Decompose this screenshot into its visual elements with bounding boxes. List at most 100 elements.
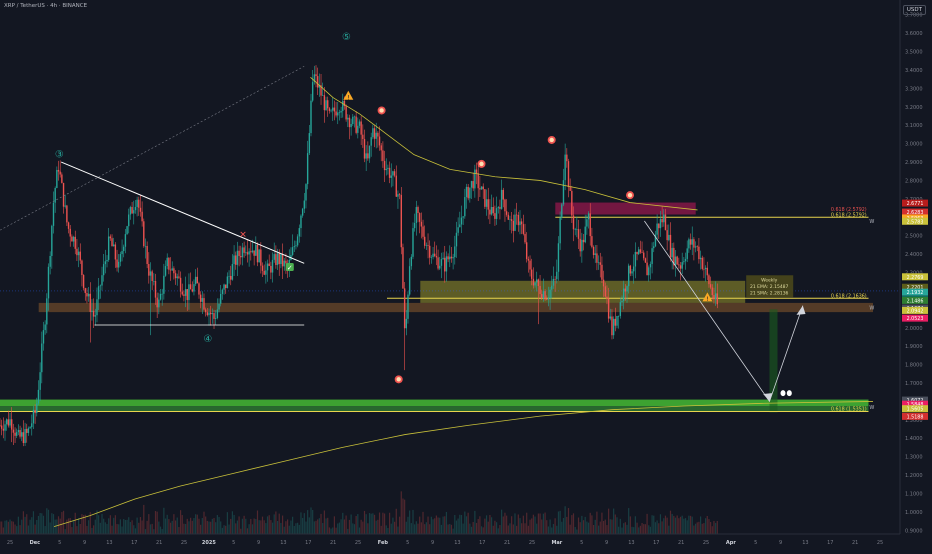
candle-body	[587, 213, 590, 220]
candle-body	[445, 256, 448, 272]
chart-canvas[interactable]: ✕ ✓!! ③ ④ ⑤ Weekly21 EMA: 2.1548721 SMA: 2.28…	[0, 0, 932, 550]
volume-bar	[188, 521, 190, 534]
candle-body	[69, 228, 71, 237]
candle-body	[659, 218, 662, 229]
volume-bar	[275, 511, 277, 534]
volume-bar	[387, 527, 389, 534]
candle-body	[577, 229, 580, 239]
candle-body	[116, 259, 118, 268]
volume-bar	[308, 517, 310, 534]
volume-bar	[402, 498, 404, 534]
volume-bar	[603, 520, 605, 534]
candle-body	[559, 217, 561, 244]
time-tick: 9	[605, 540, 608, 546]
candle-body	[643, 252, 645, 259]
candle-body	[556, 271, 558, 280]
candle-body	[250, 251, 252, 253]
volume-bar	[562, 518, 565, 534]
volume-bar	[440, 524, 443, 534]
candle-body	[485, 199, 488, 207]
volume-bar	[203, 511, 205, 534]
volume-bar	[487, 521, 489, 534]
candle-body	[632, 266, 635, 272]
volume-bar	[121, 526, 123, 534]
volume-bar	[243, 515, 245, 534]
candle-body	[562, 180, 565, 205]
volume-bar	[335, 527, 337, 534]
candle-body	[112, 244, 115, 247]
volume-bar	[375, 520, 377, 534]
currency-button[interactable]: USDT	[902, 5, 926, 15]
price-tick: 1.0000	[905, 510, 923, 516]
time-tick: 9	[431, 540, 434, 546]
volume-bar	[452, 528, 454, 534]
candle-body	[589, 213, 591, 237]
candle-body	[574, 229, 576, 230]
time-tick: 21	[678, 540, 684, 546]
candle-body	[447, 256, 449, 260]
candle-body	[327, 100, 329, 109]
candle-body	[32, 409, 35, 424]
volume-bar	[462, 523, 464, 534]
candle-body	[2, 428, 5, 431]
candle-body	[591, 236, 593, 247]
candle-body	[235, 255, 237, 265]
volume-bar	[169, 522, 172, 534]
volume-bar	[114, 515, 116, 534]
candle-body	[12, 429, 15, 433]
volume-bar	[633, 527, 635, 534]
chart-background	[0, 0, 932, 550]
candle-body	[138, 199, 140, 208]
candle-body	[49, 255, 51, 267]
candle-body	[704, 267, 707, 270]
volume-bar	[373, 514, 376, 534]
volume-bar	[624, 522, 626, 534]
candle-body	[51, 225, 53, 256]
volume-bar	[474, 510, 476, 534]
volume-bar	[144, 529, 147, 534]
candle-body	[214, 318, 217, 319]
candle-body	[487, 199, 489, 210]
candle-body	[549, 289, 551, 298]
volume-bar	[434, 518, 436, 534]
candle-body	[281, 254, 284, 267]
volume-bar	[295, 523, 297, 534]
price-chart[interactable]: ✕ ✓!! ③ ④ ⑤ Weekly 21 EMA: 2.15487 21 SMA: 2.28…	[0, 0, 932, 550]
candle-body	[77, 251, 80, 256]
candle-body	[240, 256, 242, 258]
clown-icon-low-inner	[396, 377, 401, 382]
volume-bar	[689, 515, 692, 534]
volume-bar	[210, 521, 212, 534]
candle-body	[658, 223, 660, 229]
volume-bar	[191, 520, 193, 534]
bear-icon-inner	[379, 108, 384, 113]
volume-bar	[176, 517, 178, 534]
volume-bar	[263, 520, 265, 534]
time-tick: 25	[877, 540, 883, 546]
time-tick: 17	[479, 540, 485, 546]
volume-bar	[342, 512, 344, 534]
candle-body	[223, 284, 225, 290]
candle-body	[607, 298, 610, 319]
candle-body	[536, 279, 538, 283]
candle-body	[629, 265, 632, 274]
volume-bar	[230, 518, 232, 534]
volume-bar	[106, 523, 108, 534]
candle-body	[586, 219, 588, 227]
volume-bar	[613, 508, 615, 534]
candle-body	[216, 309, 219, 319]
volume-bar	[101, 513, 103, 534]
time-tick: 25	[355, 540, 361, 546]
candle-body	[220, 293, 222, 304]
volume-bar	[240, 528, 242, 534]
volume-bar	[235, 523, 237, 534]
volume-bar	[601, 512, 603, 534]
volume-bar	[419, 516, 421, 534]
volume-bar	[589, 512, 591, 534]
candle-body	[208, 312, 210, 316]
volume-bar	[658, 523, 660, 534]
price-tick: 2.4000	[905, 252, 923, 258]
candle-body	[679, 265, 682, 269]
volume-bar	[609, 519, 611, 534]
price-tick: 3.6000	[905, 31, 923, 37]
